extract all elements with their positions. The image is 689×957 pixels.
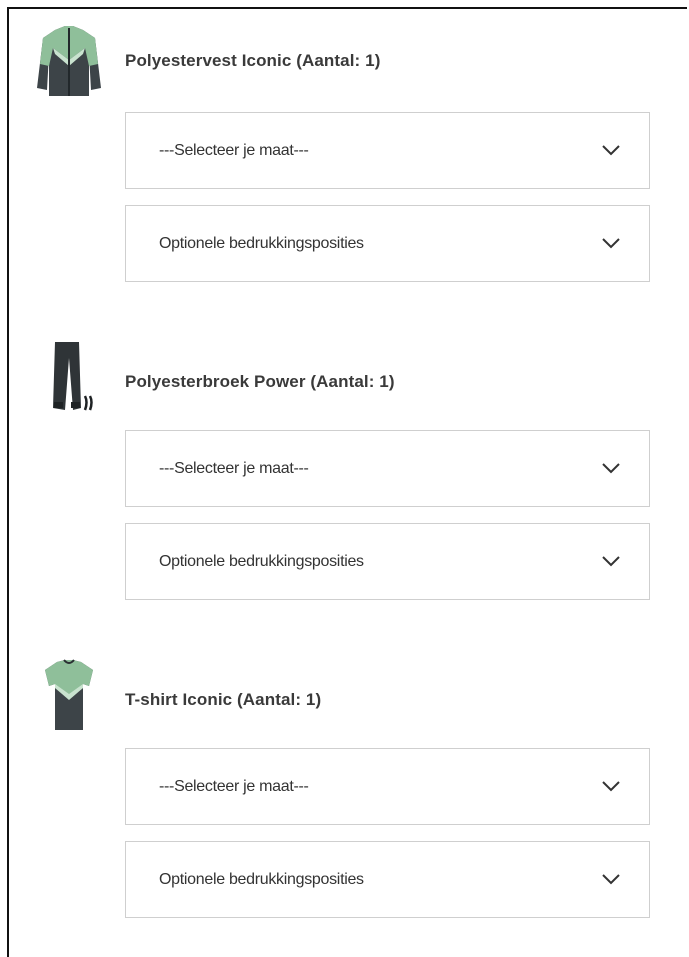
print-position-select-value: Optionele bedrukkingsposities [159,871,364,888]
size-select-value: ---Selecteer je maat--- [159,142,309,159]
chevron-down-icon [601,779,621,793]
print-position-select[interactable]: Optionele bedrukkingsposities [125,205,650,282]
chevron-down-icon [601,461,621,475]
chevron-down-icon [601,872,621,886]
size-select[interactable]: ---Selecteer je maat--- [125,112,650,189]
print-position-select[interactable]: Optionele bedrukkingsposities [125,523,650,600]
product-title: T-shirt Iconic (Aantal: 1) [125,690,322,709]
size-select[interactable]: ---Selecteer je maat--- [125,430,650,507]
size-select[interactable]: ---Selecteer je maat--- [125,748,650,825]
size-select-value: ---Selecteer je maat--- [159,778,309,795]
pants-icon [33,340,105,414]
chevron-down-icon [601,143,621,157]
print-position-select-value: Optionele bedrukkingsposities [159,235,364,252]
tshirt-icon [33,658,105,732]
product-title: Polyesterbroek Power (Aantal: 1) [125,372,395,391]
product-title: Polyestervest Iconic (Aantal: 1) [125,51,381,70]
print-position-select-value: Optionele bedrukkingsposities [159,553,364,570]
print-position-select[interactable]: Optionele bedrukkingsposities [125,841,650,918]
chevron-down-icon [601,236,621,250]
chevron-down-icon [601,554,621,568]
size-select-value: ---Selecteer je maat--- [159,460,309,477]
jacket-icon [33,24,105,98]
